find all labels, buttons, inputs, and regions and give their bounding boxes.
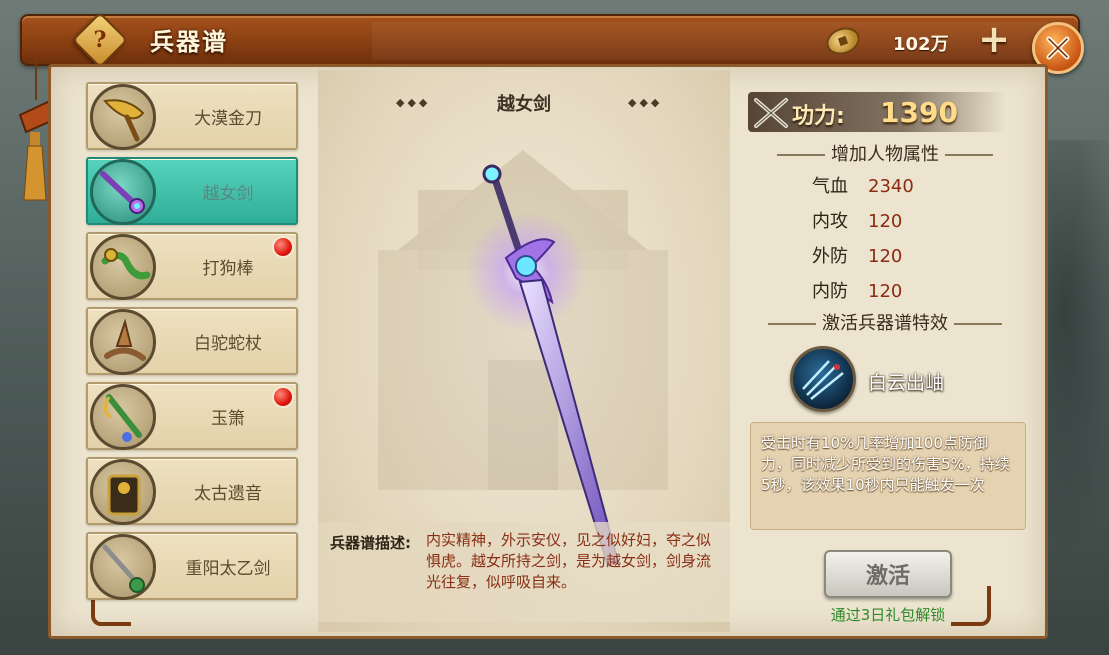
question-mark-icon: ? xyxy=(93,27,107,53)
crossed-swords-icon xyxy=(754,98,788,128)
snake-staff-icon xyxy=(90,309,156,375)
skill-name: 白云出岫 xyxy=(868,372,945,394)
attribute-row: 内攻 120 xyxy=(812,207,902,233)
weapon-item-damo-jindao[interactable]: 大漠金刀 xyxy=(86,82,298,150)
effect-description: 受击时有10%几率增加100点防御力，同时减少所受到的伤害5%，持续5秒，该效果… xyxy=(750,422,1026,530)
jade-flute-icon xyxy=(90,384,156,450)
weapon-item-baituo-shezhang[interactable]: 白驼蛇杖 xyxy=(86,307,298,375)
currency-value: 102万 xyxy=(893,34,949,55)
arrows-icon xyxy=(802,360,844,400)
weapon-showcase: ◆◆◆ 越女剑 ◆◆◆ 兵器谱描述: 内实精神，外示安仪，见之似好妇，夺之似惧虎… xyxy=(318,70,730,632)
skill-icon[interactable] xyxy=(790,346,856,412)
attribute-name: 气血 xyxy=(812,176,848,197)
weapon-list[interactable]: 大漠金刀 越女剑 打狗棒 白驼蛇杖 玉箫 太古遗音 重阳太乙剑 xyxy=(72,78,312,608)
page-title: 兵器谱 xyxy=(150,28,228,56)
attribute-row: 外防 120 xyxy=(812,242,902,268)
weapon-item-chongyang-taiyi-jian[interactable]: 重阳太乙剑 xyxy=(86,532,298,600)
attributes-heading: 增加人物属性 xyxy=(750,140,1020,166)
attributes-heading-text: 增加人物属性 xyxy=(831,144,939,165)
weapon-item-label: 越女剑 xyxy=(202,183,254,204)
unlock-hint: 通过3日礼包解锁 xyxy=(830,606,946,624)
notification-badge xyxy=(272,386,294,408)
heading-divider xyxy=(954,323,1002,325)
power-value: 1390 xyxy=(880,96,958,129)
heading-divider xyxy=(768,323,816,325)
weapon-item-label: 太古遗音 xyxy=(194,483,262,504)
weapon-item-label: 玉箫 xyxy=(211,408,245,429)
weapon-item-label: 打狗棒 xyxy=(202,258,254,279)
attribute-value: 120 xyxy=(868,246,903,267)
attribute-row: 内防 120 xyxy=(812,277,902,303)
attribute-value: 120 xyxy=(868,211,903,232)
power-label: 功力: xyxy=(792,104,845,129)
attribute-value: 120 xyxy=(868,281,903,302)
attribute-name: 内攻 xyxy=(812,211,848,232)
heading-divider xyxy=(777,154,825,156)
weapon-item-label: 白驼蛇杖 xyxy=(194,333,262,354)
effect-heading-text: 激活兵器谱特效 xyxy=(822,313,948,334)
attribute-name: 内防 xyxy=(812,281,848,302)
effect-heading: 激活兵器谱特效 xyxy=(750,309,1020,335)
description-label: 兵器谱描述: xyxy=(330,534,411,552)
weapon-item-taigu-yiyin[interactable]: 太古遗音 xyxy=(86,457,298,525)
description-text: 内实精神，外示安仪，见之似好妇，夺之似惧虎。越女所持之剑，是为越女剑，剑身流光往… xyxy=(426,531,712,591)
attribute-row: 气血 2340 xyxy=(812,172,914,198)
attribute-name: 外防 xyxy=(812,246,848,267)
attribute-value: 2340 xyxy=(868,176,914,197)
golden-saber-icon xyxy=(90,84,156,150)
weapon-name: 越女剑 xyxy=(497,94,551,115)
purple-sword-icon xyxy=(90,159,156,225)
weapon-item-dagou-bang[interactable]: 打狗棒 xyxy=(86,232,298,300)
weapon-item-yuenv-jian[interactable]: 越女剑 xyxy=(86,157,298,225)
notification-badge xyxy=(272,236,294,258)
jade-sword-icon xyxy=(90,534,156,600)
activate-button[interactable]: 激活 xyxy=(824,550,952,598)
close-icon xyxy=(1046,36,1070,60)
heading-divider xyxy=(945,154,993,156)
weapon-item-yuxiao[interactable]: 玉箫 xyxy=(86,382,298,450)
yuenv-sword-illustration xyxy=(466,164,620,568)
weapon-item-label: 大漠金刀 xyxy=(194,108,262,129)
description-area: 兵器谱描述: 内实精神，外示安仪，见之似好妇，夺之似惧虎。越女所持之剑，是为越女… xyxy=(318,522,730,622)
weapon-item-label: 重阳太乙剑 xyxy=(185,558,271,579)
title-decoration-right: ◆◆◆ xyxy=(628,96,663,109)
jade-staff-icon xyxy=(90,234,156,300)
add-currency-button[interactable]: + xyxy=(978,20,1010,58)
zither-icon xyxy=(90,459,156,525)
